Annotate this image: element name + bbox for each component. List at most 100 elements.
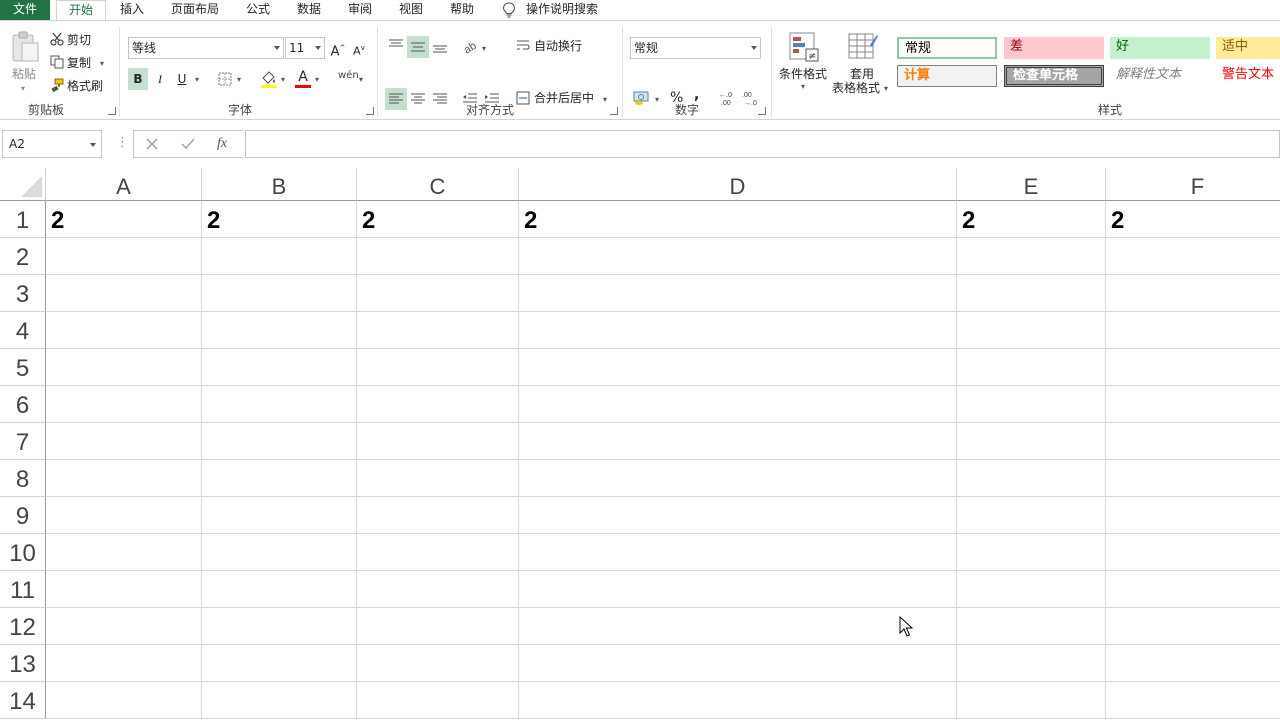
copy-dropdown-icon[interactable]: ▾ [100,56,104,72]
row-header-4[interactable]: 4 [0,312,46,349]
formula-input[interactable] [245,130,1280,158]
underline-button[interactable]: U [172,68,192,90]
row-header-6[interactable]: 6 [0,386,46,423]
cell-b1[interactable]: 2 [202,201,357,238]
row-header-12[interactable]: 12 [0,608,46,645]
cell-c1[interactable]: 2 [357,201,519,238]
align-bottom-icon[interactable] [432,38,448,54]
style-explanatory[interactable]: 解释性文本 [1110,65,1210,87]
style-normal[interactable]: 常规 [897,37,997,59]
underline-dropdown-icon[interactable]: ▾ [195,72,199,88]
format-as-table-dropdown-icon[interactable]: ▾ [884,81,888,97]
copy-button[interactable]: 复制 [67,55,91,71]
decrease-font-size-icon[interactable]: Av [349,37,369,59]
align-middle-button[interactable] [407,36,429,58]
menu-data[interactable]: 数据 [289,0,329,20]
column-header-a[interactable]: A [46,168,202,201]
row-header-13[interactable]: 13 [0,645,46,682]
column-header-e[interactable]: E [957,168,1106,201]
menu-help[interactable]: 帮助 [442,0,482,20]
column-header-f[interactable]: F [1106,168,1280,201]
orientation-icon[interactable]: ab [462,38,480,54]
increase-font-size-icon[interactable]: A^ [328,37,348,59]
wrap-text-button[interactable]: 自动换行 [534,38,582,54]
name-box[interactable]: A2 [2,130,102,158]
merge-center-button[interactable]: 合并后居中 [534,90,594,106]
accounting-dropdown-icon[interactable]: ▾ [655,92,659,108]
number-format-select[interactable]: 常规 [630,37,761,59]
cut-button[interactable]: 剪切 [67,32,91,48]
clipboard-launcher-icon[interactable] [108,107,116,115]
style-neutral[interactable]: 适中 [1216,37,1280,59]
style-bad[interactable]: 差 [1004,37,1104,59]
conditional-formatting-icon: ≠ [789,32,819,62]
cancel-icon[interactable] [146,138,158,150]
fill-color-icon[interactable] [260,70,278,88]
column-header-b[interactable]: B [202,168,357,201]
font-size-select[interactable]: 11 [285,37,325,59]
format-painter-button[interactable]: 格式刷 [67,78,103,94]
conditional-formatting-dropdown-icon[interactable]: ▾ [801,79,805,95]
italic-button[interactable]: I [150,68,170,90]
mouse-pointer-icon [899,616,914,637]
cell-e1[interactable]: 2 [957,201,1106,238]
row-header-8[interactable]: 8 [0,460,46,497]
style-good[interactable]: 好 [1110,37,1210,59]
insert-function-button[interactable]: fx [217,136,227,152]
row-header-1[interactable]: 1 [0,201,46,238]
format-as-table-button[interactable]: 表格格式 [832,80,880,96]
paste-button[interactable]: 粘贴 [12,66,36,82]
orientation-dropdown-icon[interactable]: ▾ [482,41,486,57]
row-header-10[interactable]: 10 [0,534,46,571]
align-center-icon[interactable] [410,91,426,107]
style-calculation[interactable]: 计算 [897,65,997,87]
border-dropdown-icon[interactable]: ▾ [237,72,241,88]
decrease-decimal-icon[interactable]: .00 →.0 [741,90,761,106]
row-header-9[interactable]: 9 [0,497,46,534]
chevron-down-icon [315,46,321,50]
row-header-5[interactable]: 5 [0,349,46,386]
style-warning[interactable]: 警告文本 [1216,65,1280,87]
enter-check-icon[interactable] [181,138,195,150]
font-launcher-icon[interactable] [366,107,374,115]
number-launcher-icon[interactable] [758,107,766,115]
align-top-icon[interactable] [388,38,404,54]
tell-me-search[interactable]: 操作说明搜索 [526,0,606,20]
increase-decimal-icon[interactable]: ←.0 .00 [718,90,738,106]
accounting-format-icon[interactable] [633,90,651,106]
menu-file[interactable]: 文件 [0,0,50,20]
menu-view[interactable]: 视图 [391,0,431,20]
style-check-cell[interactable]: 检查单元格 [1004,65,1104,87]
cell-a1[interactable]: 2 [46,201,202,238]
row-header-14[interactable]: 14 [0,682,46,719]
font-group-label: 字体 [228,103,253,117]
phonetic-icon[interactable]: wén [338,68,359,84]
menu-insert[interactable]: 插入 [112,0,152,20]
menu-formulas[interactable]: 公式 [238,0,278,20]
font-name-select[interactable]: 等线 [128,37,284,59]
cell-f1[interactable]: 2 [1106,201,1280,238]
border-icon[interactable] [218,72,232,86]
row-header-11[interactable]: 11 [0,571,46,608]
fill-color-dropdown-icon[interactable]: ▾ [281,72,285,88]
menu-review[interactable]: 审阅 [340,0,380,20]
wrap-text-icon [517,40,530,50]
svg-text:.00: .00 [721,100,731,106]
alignment-launcher-icon[interactable] [610,107,618,115]
row-header-2[interactable]: 2 [0,238,46,275]
align-right-icon[interactable] [432,91,448,107]
menu-page-layout[interactable]: 页面布局 [164,0,226,20]
column-header-d[interactable]: D [519,168,957,201]
row-header-7[interactable]: 7 [0,423,46,460]
phonetic-dropdown-icon[interactable]: ▾ [359,72,363,88]
menu-home-tab[interactable]: 开始 [56,0,106,22]
align-left-button[interactable] [385,88,407,110]
column-header-c[interactable]: C [357,168,519,201]
row-header-3[interactable]: 3 [0,275,46,312]
select-all-button[interactable] [0,168,46,201]
bold-button[interactable]: B [128,68,148,90]
merge-dropdown-icon[interactable]: ▾ [603,92,607,108]
font-color-dropdown-icon[interactable]: ▾ [315,72,319,88]
cell-d1[interactable]: 2 [519,201,957,238]
paste-dropdown-icon[interactable]: ▾ [21,81,25,97]
